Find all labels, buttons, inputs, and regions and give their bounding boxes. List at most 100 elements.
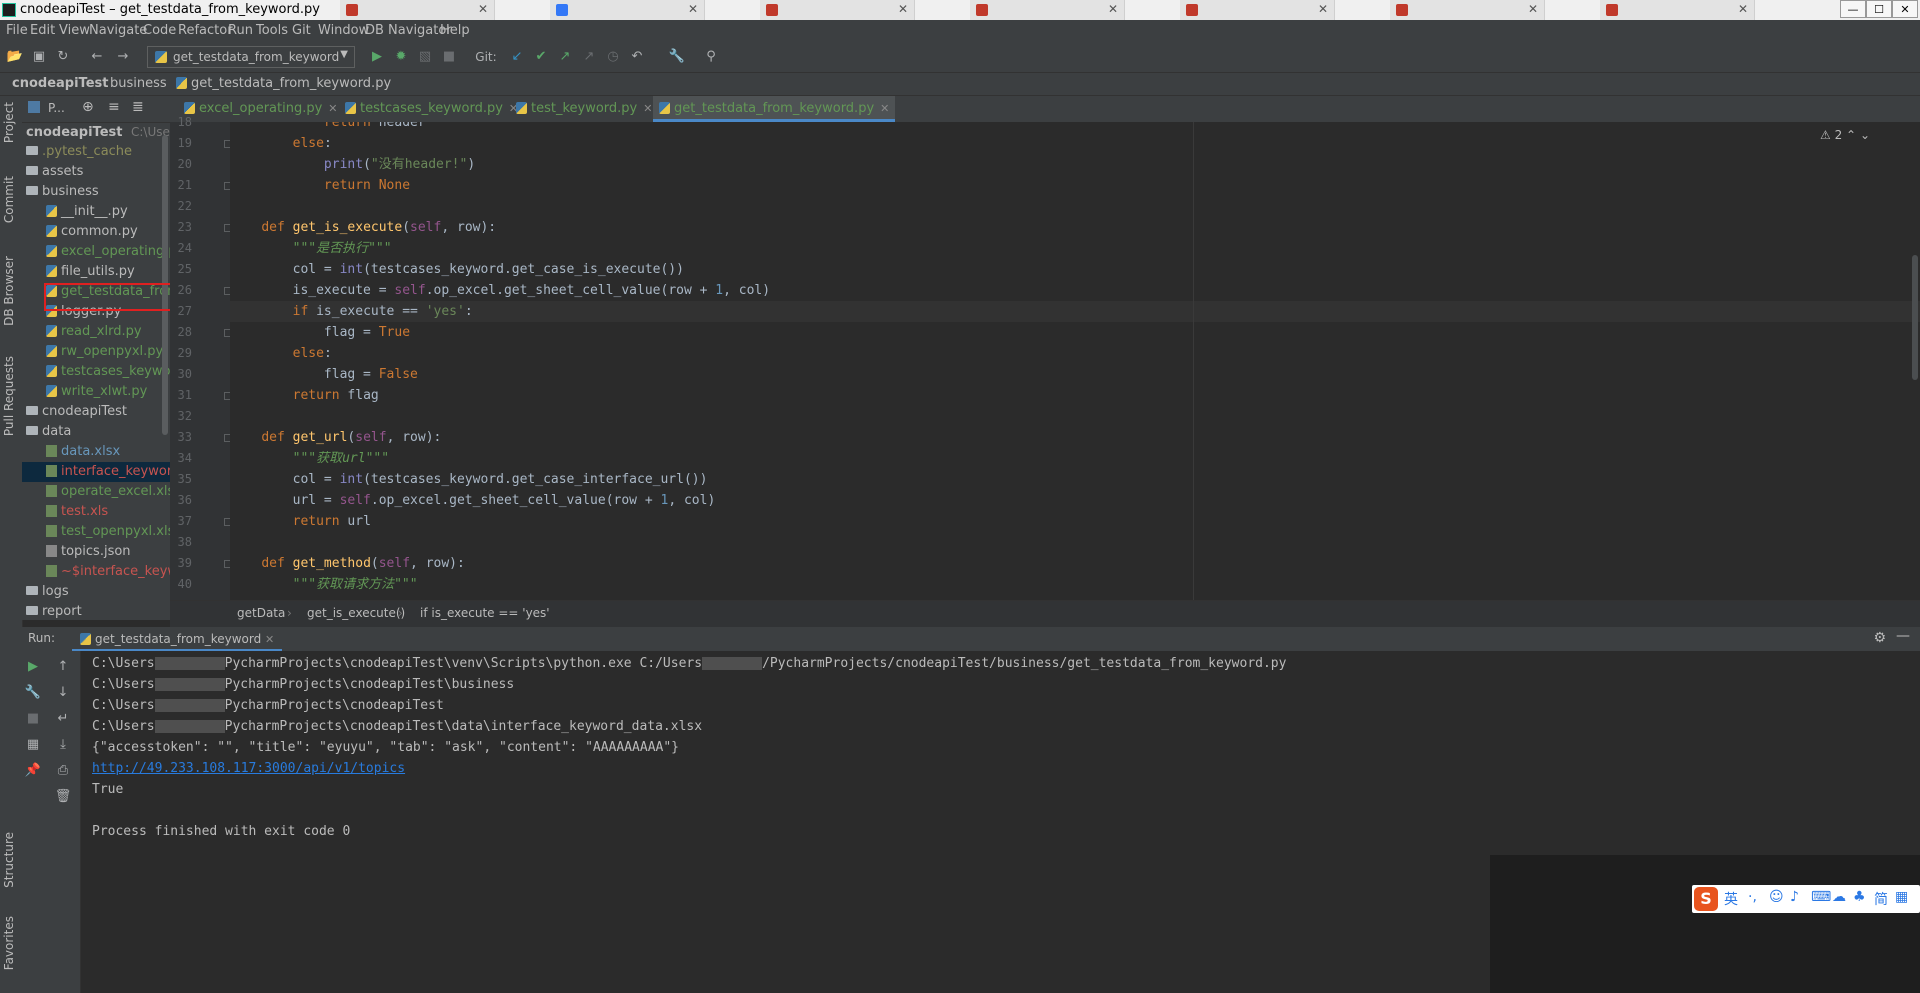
rerun-icon[interactable]: ▶ <box>22 659 44 674</box>
menu-view[interactable]: View <box>59 23 90 38</box>
tree-file[interactable]: test_openpyxl.xlsx <box>22 522 170 542</box>
console-link[interactable]: http://49.233.108.117:3000/api/v1/topics <box>92 761 405 776</box>
trash-icon[interactable]: 🗑 <box>52 789 74 804</box>
search-icon[interactable]: ⚲ <box>702 48 720 66</box>
minimize-panel-icon[interactable]: — <box>1896 628 1910 644</box>
browser-tab[interactable]: ✕ <box>340 0 495 20</box>
chevron-up-icon[interactable]: ⌃ <box>1846 128 1856 142</box>
scroll-to-end-icon[interactable]: ⤓ <box>52 737 74 752</box>
breadcrumb-folder[interactable]: business <box>110 76 167 91</box>
close-icon[interactable]: ✕ <box>478 2 488 16</box>
close-icon[interactable]: ✕ <box>1318 2 1328 16</box>
git-commit-icon[interactable]: ✔ <box>532 48 550 66</box>
close-icon[interactable]: ✕ <box>898 2 908 16</box>
print-icon[interactable]: ⎙ <box>52 763 74 778</box>
tree-file[interactable]: testcases_keyword.py <box>22 362 170 382</box>
ime-tool-icon[interactable]: ▦ <box>1895 889 1908 905</box>
maximize-button[interactable]: ☐ <box>1866 0 1892 18</box>
git-rollback-icon[interactable]: ↶ <box>628 48 646 66</box>
inspection-warnings[interactable]: ⚠ 2 ⌃ ⌄ <box>1820 128 1870 142</box>
code-editor[interactable]: return header else: print("没有header!") r… <box>230 122 1920 600</box>
tree-file[interactable]: test.xls <box>22 502 170 522</box>
run-tab[interactable]: get_testdata_from_keyword ✕ <box>72 627 283 651</box>
breadcrumb-class[interactable]: getData <box>237 606 285 620</box>
collapse-all-icon[interactable]: ≡ <box>108 99 120 115</box>
tree-file[interactable]: read_xlrd.py <box>22 322 170 342</box>
gear-icon[interactable]: ⚙ <box>1873 630 1886 646</box>
run-configuration-select[interactable]: get_testdata_from_keyword ▼ <box>147 46 355 68</box>
tool-tab-structure[interactable]: Structure <box>2 832 16 888</box>
stop-icon[interactable]: ■ <box>440 48 458 66</box>
close-icon[interactable]: ✕ <box>1108 2 1118 16</box>
debug-icon[interactable]: ✹ <box>392 48 410 66</box>
ime-toolbar[interactable]: S 英 ·, ☺ ♪ ⌨ ☁ ♣ 简 ▦ <box>1692 885 1920 913</box>
close-icon[interactable]: ✕ <box>265 633 274 646</box>
scroll-up-icon[interactable]: ↑ <box>52 659 74 674</box>
chevron-down-icon[interactable]: ⌄ <box>1860 128 1870 142</box>
browser-tab[interactable]: ✕ <box>760 0 915 20</box>
editor-tab[interactable]: test_keyword.py ✕ <box>510 96 658 122</box>
close-icon[interactable]: ✕ <box>328 102 337 115</box>
close-button[interactable]: ✕ <box>1892 0 1918 18</box>
expand-all-icon[interactable]: ≣ <box>132 99 144 115</box>
close-icon[interactable]: ✕ <box>688 2 698 16</box>
tree-file[interactable]: file_utils.py <box>22 262 170 282</box>
browser-tab[interactable]: ✕ <box>970 0 1125 20</box>
menu-navigate[interactable]: Navigate <box>89 23 147 38</box>
editor-tab[interactable]: excel_operating.py ✕ <box>178 96 344 122</box>
tree-folder[interactable]: report <box>22 602 170 620</box>
tree-folder[interactable]: logs <box>22 582 170 602</box>
tree-file[interactable]: operate_excel.xlsx <box>22 482 170 502</box>
tree-folder[interactable]: business <box>22 182 170 202</box>
tree-file[interactable]: ~$interface_keyword_data.xlsx <box>22 562 170 582</box>
stop-icon[interactable]: ■ <box>22 711 44 726</box>
tool-tab-project[interactable]: Project <box>2 102 16 143</box>
ime-tool-icon[interactable]: ♪ <box>1790 889 1799 905</box>
browser-tab[interactable]: ✕ <box>550 0 705 20</box>
locate-file-icon[interactable]: ⊕ <box>82 99 94 115</box>
ime-tool-icon[interactable]: ☺ <box>1769 889 1784 905</box>
menu-edit[interactable]: Edit <box>30 23 55 38</box>
tree-folder[interactable]: .pytest_cache <box>22 142 170 162</box>
project-view-select[interactable]: P... <box>48 101 65 115</box>
menu-help[interactable]: Help <box>440 23 470 38</box>
run-icon[interactable]: ▶ <box>368 48 386 66</box>
menu-code[interactable]: Code <box>143 23 176 38</box>
menu-file[interactable]: File <box>6 23 28 38</box>
editor-tab[interactable]: testcases_keyword.py ✕ <box>339 96 524 122</box>
tree-file[interactable]: common.py <box>22 222 170 242</box>
menu-db-navigator[interactable]: DB Navigator <box>365 23 452 38</box>
tree-file[interactable]: data.xlsx <box>22 442 170 462</box>
tree-folder[interactable]: cnodeapiTest <box>22 402 170 422</box>
scroll-down-icon[interactable]: ↓ <box>52 685 74 700</box>
browser-tab[interactable]: ✕ <box>1600 0 1755 20</box>
breadcrumb-method[interactable]: get_is_execute() <box>307 606 405 620</box>
menu-run[interactable]: Run <box>228 23 253 38</box>
ime-tool-icon[interactable]: 简 <box>1874 889 1888 909</box>
editor-tab[interactable]: get_testdata_from_keyword.py ✕ <box>653 96 896 122</box>
tree-file[interactable]: rw_openpyxl.py <box>22 342 170 362</box>
layout-icon[interactable]: ▦ <box>22 737 44 752</box>
git-history-icon[interactable]: ◷ <box>604 48 622 66</box>
browser-tab[interactable]: ✕ <box>1390 0 1545 20</box>
git-branch-icon[interactable]: ↗ <box>580 48 598 66</box>
menu-refactor[interactable]: Refactor <box>178 23 233 38</box>
ime-mode-toggle[interactable]: 英 <box>1724 889 1738 909</box>
soft-wrap-icon[interactable]: ↵ <box>52 711 74 726</box>
git-update-icon[interactable]: ↙ <box>508 48 526 66</box>
git-push-icon[interactable]: ↗ <box>556 48 574 66</box>
close-icon[interactable]: ✕ <box>643 102 652 115</box>
pin-tab-icon[interactable]: 📌 <box>22 763 44 778</box>
menu-window[interactable]: Window <box>318 23 369 38</box>
back-icon[interactable]: ← <box>88 48 106 66</box>
breadcrumb-statement[interactable]: if is_execute == 'yes' <box>420 606 550 620</box>
forward-icon[interactable]: → <box>114 48 132 66</box>
editor-scrollbar[interactable] <box>1912 255 1918 380</box>
save-all-icon[interactable]: ▣ <box>30 48 48 66</box>
project-root[interactable]: cnodeapiTest C:\Users\ <box>22 122 170 142</box>
ime-tool-icon[interactable]: ♣ <box>1853 889 1866 905</box>
tree-file[interactable]: interface_keyword_data.xlsx <box>22 462 170 482</box>
tool-tab-commit[interactable]: Commit <box>2 176 16 223</box>
tool-tab-db-browser[interactable]: DB Browser <box>2 256 16 326</box>
ime-tool-icon[interactable]: ⌨ <box>1811 889 1831 905</box>
